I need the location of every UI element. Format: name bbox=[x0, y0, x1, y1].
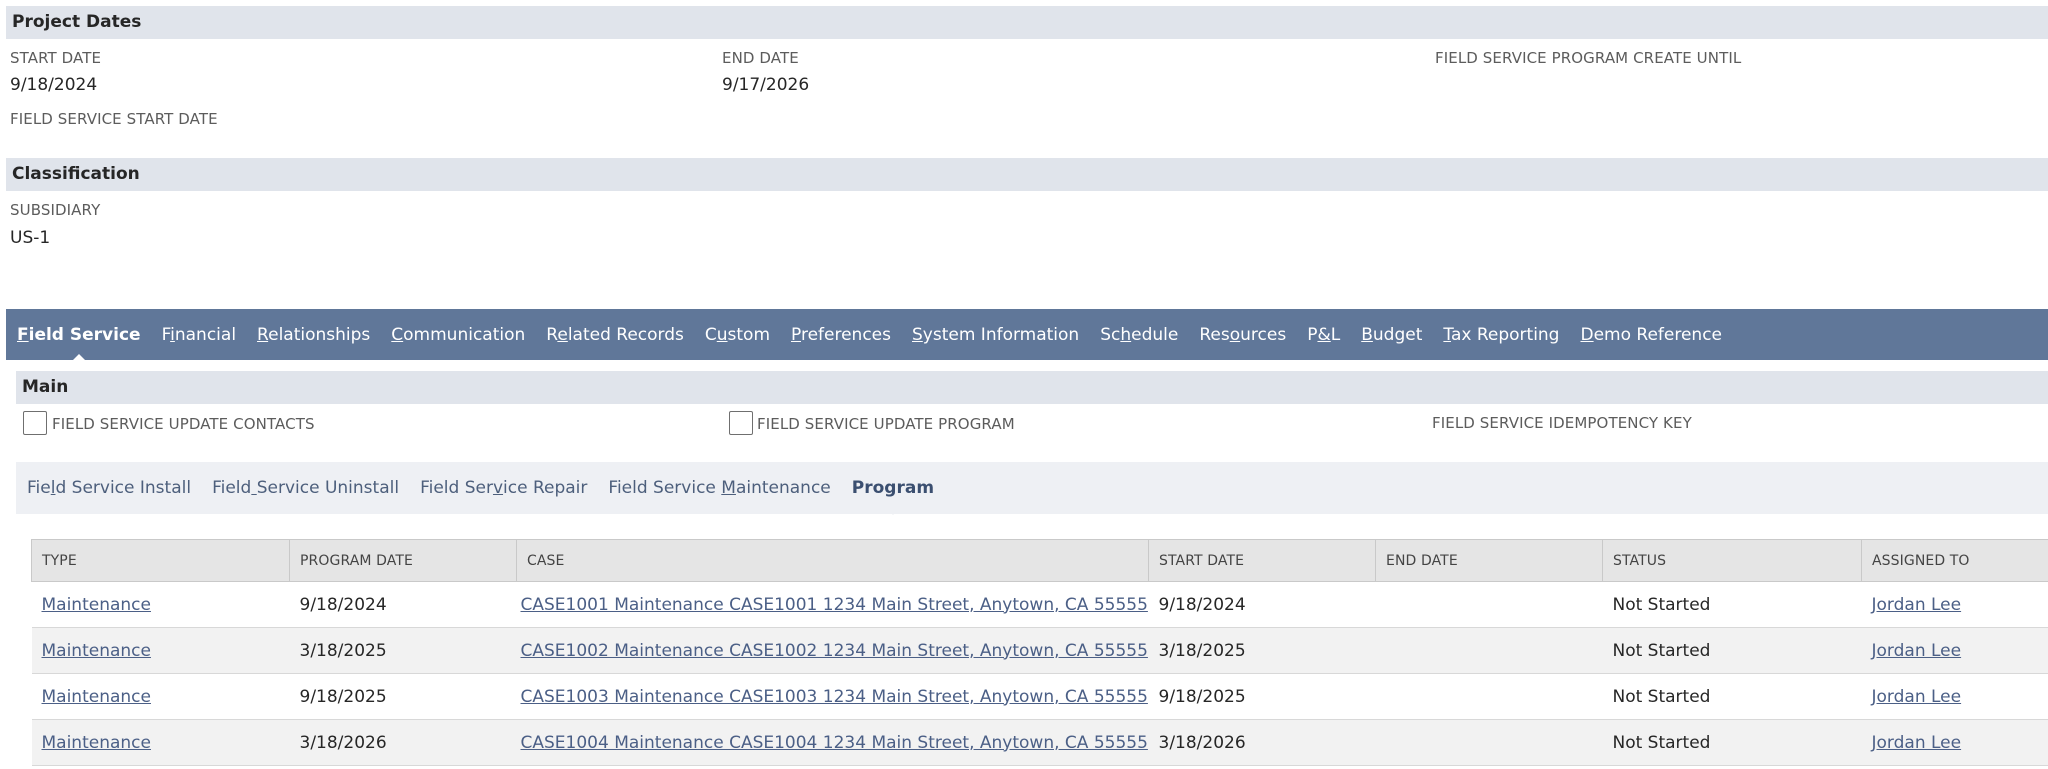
case-link[interactable]: CASE1003 Maintenance CASE1003 1234 Main … bbox=[521, 687, 1148, 707]
tab-budget[interactable]: Budget bbox=[1361, 325, 1422, 345]
cell-type: Maintenance bbox=[31, 627, 290, 674]
cell-type: Maintenance bbox=[31, 581, 290, 628]
case-link[interactable]: CASE1004 Maintenance CASE1004 1234 Main … bbox=[521, 733, 1148, 753]
column-header-end-date[interactable]: END DATE bbox=[1375, 539, 1603, 582]
case-link[interactable]: CASE1001 Maintenance CASE1001 1234 Main … bbox=[521, 595, 1148, 615]
tab-preferences[interactable]: Preferences bbox=[791, 325, 891, 345]
assigned-to-link[interactable]: Jordan Lee bbox=[1872, 641, 1962, 661]
project-dates-header: Project Dates bbox=[6, 6, 2048, 39]
tab-communication[interactable]: Communication bbox=[391, 325, 525, 345]
classification-header: Classification bbox=[6, 158, 2048, 191]
cell-program-date: 9/18/2025 bbox=[289, 673, 517, 720]
type-link[interactable]: Maintenance bbox=[42, 687, 151, 707]
subtab-field-service-install[interactable]: Field Service Install bbox=[27, 478, 191, 498]
update-contacts-checkbox[interactable] bbox=[23, 411, 47, 435]
start-date-label: START DATE bbox=[10, 49, 102, 67]
main-tab-bar: Field Service Financial Relationships Commu… bbox=[6, 309, 2048, 362]
program-table: TYPE PROGRAM DATE CASE START DATE END DATE ST… bbox=[31, 539, 2048, 766]
main-section-header: Main bbox=[16, 371, 2048, 404]
subtab-program[interactable]: Program bbox=[852, 478, 934, 515]
cell-end-date bbox=[1375, 581, 1603, 628]
assigned-to-link[interactable]: Jordan Lee bbox=[1872, 687, 1962, 707]
tab-schedule[interactable]: Schedule bbox=[1100, 325, 1178, 345]
cell-assigned-to: Jordan Lee bbox=[1861, 719, 2048, 766]
cell-type: Maintenance bbox=[31, 719, 290, 766]
column-header-program-date[interactable]: PROGRAM DATE bbox=[289, 539, 517, 582]
cell-start-date: 9/18/2024 bbox=[1148, 581, 1376, 628]
tab-relationships[interactable]: Relationships bbox=[257, 325, 370, 345]
fs-program-create-until-label: FIELD SERVICE PROGRAM CREATE UNTIL bbox=[1435, 49, 1742, 67]
subtab-field-service-repair[interactable]: Field Service Repair bbox=[420, 478, 587, 498]
subsidiary-label: SUBSIDIARY bbox=[10, 201, 101, 219]
cell-end-date bbox=[1375, 719, 1603, 766]
cell-status: Not Started bbox=[1602, 673, 1862, 720]
end-date-value: 9/17/2026 bbox=[722, 75, 810, 95]
cell-status: Not Started bbox=[1602, 719, 1862, 766]
tab-custom[interactable]: Custom bbox=[705, 325, 770, 345]
table-row: Maintenance 9/18/2024 CASE1001 Maintenance… bbox=[31, 581, 2048, 628]
cell-program-date: 3/18/2026 bbox=[289, 719, 517, 766]
column-header-assigned-to[interactable]: ASSIGNED TO bbox=[1861, 539, 2048, 582]
update-contacts-label: FIELD SERVICE UPDATE CONTACTS bbox=[52, 415, 315, 433]
assigned-to-link[interactable]: Jordan Lee bbox=[1872, 595, 1962, 615]
cell-start-date: 9/18/2025 bbox=[1148, 673, 1376, 720]
cell-start-date: 3/18/2026 bbox=[1148, 719, 1376, 766]
end-date-label: END DATE bbox=[722, 49, 799, 67]
tab-field-service[interactable]: Field Service bbox=[17, 325, 141, 362]
cell-status: Not Started bbox=[1602, 627, 1862, 674]
tab-system-information[interactable]: System Information bbox=[912, 325, 1079, 345]
update-program-checkbox[interactable] bbox=[729, 411, 753, 435]
subtab-field-service-maintenance[interactable]: Field Service Maintenance bbox=[608, 478, 830, 498]
cell-program-date: 9/18/2024 bbox=[289, 581, 517, 628]
cell-case: CASE1003 Maintenance CASE1003 1234 Main … bbox=[516, 673, 1149, 720]
case-link[interactable]: CASE1002 Maintenance CASE1002 1234 Main … bbox=[521, 641, 1148, 661]
subsidiary-value: US-1 bbox=[10, 228, 51, 248]
cell-end-date bbox=[1375, 627, 1603, 674]
tab-related-records[interactable]: Related Records bbox=[546, 325, 684, 345]
column-header-case[interactable]: CASE bbox=[516, 539, 1149, 582]
column-header-start-date[interactable]: START DATE bbox=[1148, 539, 1376, 582]
cell-status: Not Started bbox=[1602, 581, 1862, 628]
table-header-row: TYPE PROGRAM DATE CASE START DATE END DATE ST… bbox=[31, 539, 2048, 582]
tab-p-l[interactable]: P&L bbox=[1307, 325, 1340, 345]
cell-assigned-to: Jordan Lee bbox=[1861, 581, 2048, 628]
type-link[interactable]: Maintenance bbox=[42, 641, 151, 661]
start-date-value: 9/18/2024 bbox=[10, 75, 98, 95]
table-row: Maintenance 3/18/2026 CASE1004 Maintenance… bbox=[31, 719, 2048, 766]
table-row: Maintenance 9/18/2025 CASE1003 Maintenance… bbox=[31, 673, 2048, 720]
tab-resources[interactable]: Resources bbox=[1199, 325, 1286, 345]
cell-case: CASE1002 Maintenance CASE1002 1234 Main … bbox=[516, 627, 1149, 674]
update-program-label: FIELD SERVICE UPDATE PROGRAM bbox=[757, 415, 1015, 433]
cell-program-date: 3/18/2025 bbox=[289, 627, 517, 674]
tab-financial[interactable]: Financial bbox=[162, 325, 236, 345]
cell-start-date: 3/18/2025 bbox=[1148, 627, 1376, 674]
cell-type: Maintenance bbox=[31, 673, 290, 720]
table-row: Maintenance 3/18/2025 CASE1002 Maintenance… bbox=[31, 627, 2048, 674]
column-header-status[interactable]: STATUS bbox=[1602, 539, 1862, 582]
cell-assigned-to: Jordan Lee bbox=[1861, 627, 2048, 674]
fs-start-date-label: FIELD SERVICE START DATE bbox=[10, 110, 218, 128]
idempotency-key-label: FIELD SERVICE IDEMPOTENCY KEY bbox=[1432, 414, 1692, 432]
sub-tab-bar: Field Service Install Field Service Unins… bbox=[16, 462, 2048, 515]
cell-end-date bbox=[1375, 673, 1603, 720]
type-link[interactable]: Maintenance bbox=[42, 733, 151, 753]
assigned-to-link[interactable]: Jordan Lee bbox=[1872, 733, 1962, 753]
subtab-field-service-uninstall[interactable]: Field Service Uninstall bbox=[212, 478, 399, 498]
cell-case: CASE1004 Maintenance CASE1004 1234 Main … bbox=[516, 719, 1149, 766]
tab-tax-reporting[interactable]: Tax Reporting bbox=[1443, 325, 1559, 345]
tab-demo-reference[interactable]: Demo Reference bbox=[1580, 325, 1722, 345]
cell-case: CASE1001 Maintenance CASE1001 1234 Main … bbox=[516, 581, 1149, 628]
column-header-type[interactable]: TYPE bbox=[31, 539, 290, 582]
type-link[interactable]: Maintenance bbox=[42, 595, 151, 615]
cell-assigned-to: Jordan Lee bbox=[1861, 673, 2048, 720]
